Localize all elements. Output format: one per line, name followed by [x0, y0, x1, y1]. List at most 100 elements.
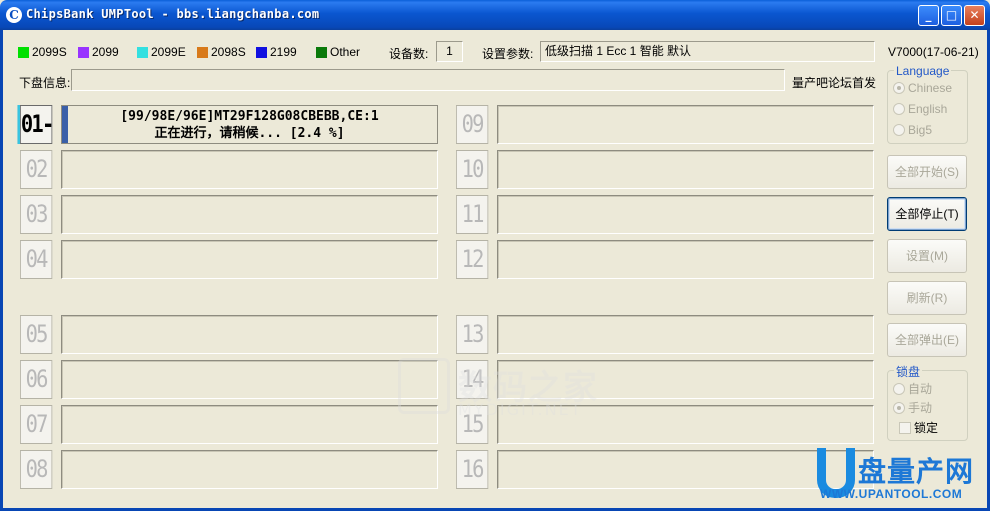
language-option-chinese[interactable]: Chinese: [893, 81, 952, 95]
port-number-label: 13: [461, 320, 485, 348]
language-option-label: English: [908, 102, 948, 116]
port-number-13[interactable]: 13: [456, 315, 489, 354]
radio-icon: [893, 382, 905, 395]
app-icon[interactable]: C: [6, 7, 22, 23]
device-count-label: 设备数:: [389, 47, 429, 61]
port-status-10: [497, 150, 874, 189]
settings-label: 设置参数:: [482, 47, 534, 61]
port-status-9: [497, 105, 874, 144]
legend-label: 2099E: [151, 45, 186, 59]
port-status-6: [61, 360, 438, 399]
language-group-title: Language: [894, 64, 952, 78]
port-number-label: 03: [25, 200, 49, 228]
port-number-label: 05: [25, 320, 49, 348]
legend-swatch: [316, 46, 327, 58]
lock-option-label: 手动: [908, 401, 933, 415]
port-number-label: 12: [461, 245, 485, 273]
port-status-1: [99/98E/96E]MT29F128G08CBEBB,CE:1 正在进行，请稍…: [61, 105, 438, 144]
eject-all-button[interactable]: 全部弹出(E): [887, 323, 967, 357]
port-status-4: [61, 240, 438, 279]
port-number-7[interactable]: 07: [20, 405, 53, 444]
close-button[interactable]: ✕: [964, 5, 985, 26]
radio-icon: [893, 124, 905, 136]
start-all-button[interactable]: 全部开始(S): [887, 155, 967, 189]
port-number-label: 07: [25, 410, 49, 438]
port-number-11[interactable]: 11: [456, 195, 489, 234]
port-status-7: [61, 405, 438, 444]
stop-all-button[interactable]: 全部停止(T): [887, 197, 967, 231]
port-status-5: [61, 315, 438, 354]
language-option-english[interactable]: English: [893, 102, 947, 116]
port-number-label: 04: [25, 245, 49, 273]
port-number-label: 09: [461, 110, 485, 138]
refresh-button[interactable]: 刷新(R): [887, 281, 967, 315]
legend-item: Other: [316, 45, 360, 59]
port-status-3: [61, 195, 438, 234]
legend-swatch: [256, 46, 267, 58]
version-label: V7000(17-06-21): [888, 45, 979, 59]
radio-selected-icon: [893, 401, 905, 414]
port-number-6[interactable]: 06: [20, 360, 53, 399]
port-status-8: [61, 450, 438, 489]
port-status-12: [497, 240, 874, 279]
legend-label: 2099S: [32, 45, 67, 59]
port-number-1[interactable]: 01-0: [20, 105, 54, 175]
port-number-4[interactable]: 04: [20, 240, 53, 279]
checkbox-icon: [899, 421, 911, 434]
port-chip-info: [99/98E/96E]MT29F128G08CBEBB,CE:1: [120, 109, 379, 124]
house-logo-icon: [398, 358, 450, 414]
legend-swatch: [78, 46, 89, 58]
window-title: ChipsBank UMPTool - bbs.liangchanba.com: [26, 7, 320, 21]
radio-selected-icon: [893, 82, 905, 94]
legend-item: 2099S: [18, 45, 67, 59]
legend-label: Other: [330, 45, 361, 59]
port-number-3[interactable]: 03: [20, 195, 53, 234]
forum-first-release-text: 量产吧论坛首发: [792, 76, 877, 90]
lock-option-label: 自动: [908, 382, 933, 396]
device-count-value: 1: [436, 41, 463, 62]
language-option-label: Chinese: [908, 81, 953, 95]
lock-group-title: 锁盘: [894, 363, 923, 380]
port-status-13: [497, 315, 874, 354]
legend-label: 2098S: [211, 45, 246, 59]
radio-icon: [893, 103, 905, 115]
lock-option-auto[interactable]: 自动: [893, 380, 932, 397]
legend-swatch: [18, 46, 29, 58]
settings-value: 低级扫描 1 Ecc 1 智能 默认: [540, 41, 875, 62]
legend-swatch: [137, 46, 148, 58]
port-number-label: 16: [461, 455, 485, 483]
legend-label: 2099: [92, 45, 119, 59]
legend-item: 2099E: [137, 45, 186, 59]
port-number-label: 11: [461, 200, 485, 228]
legend-swatch: [197, 46, 208, 58]
watermark-url: MYDIGIT.NET: [458, 400, 583, 419]
download-info-label: 下盘信息:: [19, 76, 71, 90]
language-option-big5[interactable]: Big5: [893, 123, 932, 137]
upantool-logo-text: 盘量产网: [858, 455, 975, 488]
upantool-logo-url: WWW.UPANTOOL.COM: [820, 487, 963, 501]
language-option-label: Big5: [908, 123, 933, 137]
title-bar[interactable]: C ChipsBank UMPTool - bbs.liangchanba.co…: [0, 0, 990, 30]
port-number-label: 08: [25, 455, 49, 483]
maximize-button[interactable]: □: [941, 5, 962, 26]
port-number-12[interactable]: 12: [456, 240, 489, 279]
legend-item: 2098S: [197, 45, 246, 59]
lock-option-manual[interactable]: 手动: [893, 399, 932, 416]
port-number-10[interactable]: 10: [456, 150, 489, 189]
port-number-5[interactable]: 05: [20, 315, 53, 354]
minimize-button[interactable]: _: [918, 5, 939, 26]
port-number-8[interactable]: 08: [20, 450, 53, 489]
port-number-label: 02: [25, 155, 49, 183]
port-number-2[interactable]: 02: [20, 150, 53, 189]
lock-checkbox[interactable]: 锁定: [899, 419, 938, 436]
lock-checkbox-label: 锁定: [914, 421, 939, 435]
port-number-label: 06: [25, 365, 49, 393]
port-progress-text: 正在进行，请稍候... [2.4 %]: [154, 126, 345, 141]
port-number-label: 10: [461, 155, 485, 183]
settings-button[interactable]: 设置(M): [887, 239, 967, 273]
port-number-9[interactable]: 09: [456, 105, 489, 144]
port-number-16[interactable]: 16: [456, 450, 489, 489]
port-status-2: [61, 150, 438, 189]
legend-item: 2099: [78, 45, 119, 59]
download-info-field: [71, 69, 785, 91]
